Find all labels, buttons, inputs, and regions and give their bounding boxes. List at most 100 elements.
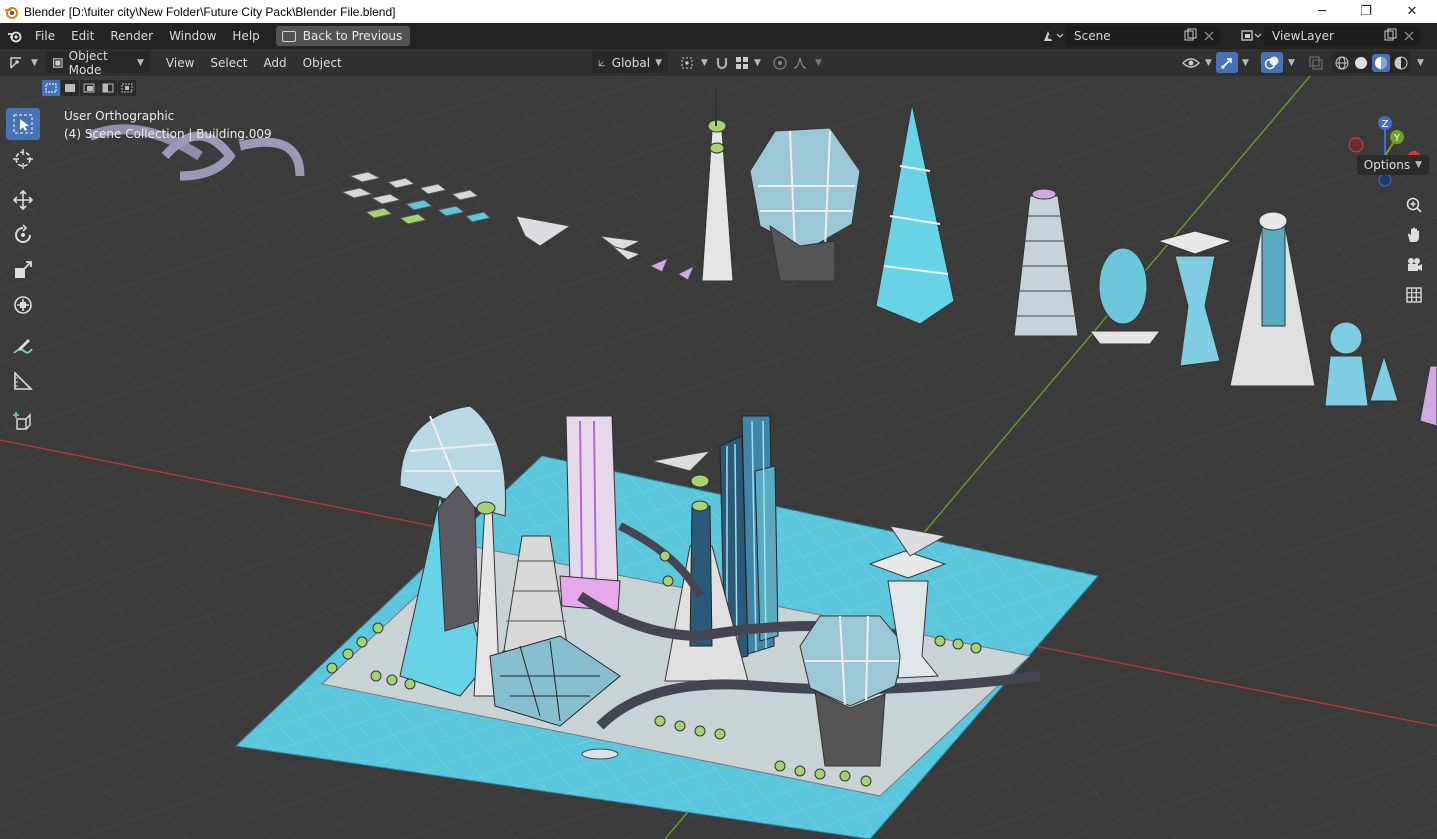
proportional-edit-icon bbox=[773, 55, 787, 70]
viewlayer-name: ViewLayer bbox=[1272, 29, 1334, 43]
falloff-selector[interactable]: ▼ bbox=[792, 52, 822, 73]
restore-icon: ❐ bbox=[1360, 4, 1372, 19]
wireframe-shading-icon[interactable] bbox=[1334, 55, 1350, 71]
viewlayer-selector[interactable]: ViewLayer bbox=[1238, 26, 1420, 46]
object-visibility-selector[interactable]: ▼ bbox=[1182, 52, 1212, 73]
scale-icon[interactable] bbox=[6, 254, 40, 286]
restore-button[interactable]: ❐ bbox=[1343, 0, 1389, 23]
shading-mode-group bbox=[1332, 52, 1411, 73]
annotate-icon[interactable] bbox=[6, 330, 40, 362]
solid-shading-icon[interactable] bbox=[1353, 55, 1369, 71]
select-new-icon[interactable] bbox=[42, 80, 60, 96]
blender-logo-icon bbox=[5, 6, 18, 19]
remove-scene-icon[interactable] bbox=[1200, 28, 1218, 44]
duplicate-viewlayer-icon[interactable] bbox=[1380, 28, 1400, 44]
camera-view-icon[interactable] bbox=[1401, 252, 1427, 278]
purple-skyscraper[interactable] bbox=[559, 415, 621, 612]
eye-icon bbox=[1182, 57, 1200, 68]
mode-selector[interactable]: Object Mode ▼ bbox=[45, 49, 150, 77]
snap-toggle[interactable] bbox=[714, 52, 730, 73]
overlays-toggle[interactable] bbox=[1261, 52, 1283, 73]
chevron-down-icon[interactable]: ▼ bbox=[1242, 52, 1249, 73]
menu-object[interactable]: Object bbox=[295, 52, 350, 74]
options-dropdown[interactable]: Options ▼ bbox=[1356, 155, 1429, 175]
orientation-label: Global bbox=[611, 55, 651, 70]
window-titlebar: Blender [D:\fuiter city\New Folder\Futur… bbox=[0, 0, 1437, 23]
viewport-scene: X Y Z bbox=[0, 76, 1437, 839]
selection-mode-group bbox=[42, 80, 136, 96]
gizmo-arrow-icon bbox=[1221, 57, 1232, 69]
select-subtract-icon[interactable] bbox=[80, 80, 98, 96]
xray-icon bbox=[1309, 56, 1323, 69]
rendered-shading-icon[interactable] bbox=[1393, 55, 1409, 71]
back-to-previous-label: Back to Previous bbox=[302, 29, 403, 43]
options-label: Options bbox=[1363, 158, 1411, 172]
chevron-down-icon: ▼ bbox=[655, 57, 662, 68]
scene-icon bbox=[1044, 31, 1064, 41]
orientation-icon bbox=[598, 59, 605, 66]
editor-type-icon bbox=[10, 56, 21, 69]
view-name-label: User Orthographic bbox=[64, 109, 175, 123]
falloff-curve-icon bbox=[793, 57, 807, 69]
menu-file[interactable]: File bbox=[27, 25, 63, 47]
xray-toggle[interactable] bbox=[1308, 52, 1324, 73]
select-box-icon[interactable] bbox=[6, 108, 40, 140]
chevron-down-icon[interactable]: ▼ bbox=[1288, 52, 1295, 73]
grid-view-icon[interactable] bbox=[1401, 282, 1427, 308]
3d-viewport[interactable]: X Y Z User Orthographic (4) Scene Collec… bbox=[0, 76, 1437, 839]
duplicate-scene-icon[interactable] bbox=[1180, 28, 1200, 44]
magnet-icon bbox=[716, 57, 728, 69]
viewlayer-icon bbox=[1241, 30, 1262, 41]
minimize-icon: ─ bbox=[1318, 4, 1326, 19]
material-preview-icon[interactable] bbox=[1372, 53, 1390, 72]
menu-render[interactable]: Render bbox=[102, 25, 161, 47]
hand-pan-icon[interactable] bbox=[1401, 222, 1427, 248]
screen-icon bbox=[281, 30, 296, 42]
minimize-button[interactable]: ─ bbox=[1299, 0, 1345, 23]
menu-help[interactable]: Help bbox=[224, 25, 267, 47]
object-mode-icon bbox=[53, 57, 63, 68]
select-intersect-icon[interactable] bbox=[118, 80, 136, 96]
rotate-icon[interactable] bbox=[6, 219, 40, 251]
zoom-icon[interactable] bbox=[1401, 192, 1427, 218]
select-extend-icon[interactable] bbox=[61, 80, 79, 96]
proportional-editing-toggle[interactable] bbox=[772, 52, 788, 73]
scene-selector[interactable]: Scene bbox=[1040, 26, 1220, 46]
gizmo-toggle[interactable] bbox=[1216, 52, 1238, 73]
snap-target-selector[interactable]: ▼ bbox=[735, 52, 761, 73]
close-window-button[interactable]: ✕ bbox=[1389, 0, 1435, 23]
move-icon[interactable] bbox=[6, 184, 40, 216]
menu-view[interactable]: View bbox=[158, 52, 202, 74]
blender-menu-icon[interactable] bbox=[7, 29, 23, 43]
menu-select[interactable]: Select bbox=[202, 52, 255, 74]
chevron-down-icon: ▼ bbox=[1415, 160, 1422, 170]
chevron-down-icon: ▼ bbox=[815, 57, 822, 68]
scene-name: Scene bbox=[1074, 29, 1111, 43]
chevron-down-icon: ▼ bbox=[701, 57, 708, 68]
chevron-down-icon: ▼ bbox=[754, 57, 761, 68]
pivot-icon bbox=[681, 57, 693, 68]
menu-edit[interactable]: Edit bbox=[63, 25, 102, 47]
window-title: Blender [D:\fuiter city\New Folder\Futur… bbox=[24, 4, 396, 19]
close-icon: ✕ bbox=[1406, 4, 1418, 19]
gizmo-z-label: Z bbox=[1382, 119, 1389, 130]
remove-viewlayer-icon[interactable] bbox=[1400, 28, 1418, 44]
pivot-point-selector[interactable]: ▼ bbox=[680, 52, 708, 73]
chevron-down-icon[interactable]: ▼ bbox=[1417, 52, 1424, 73]
select-invert-icon[interactable] bbox=[99, 80, 117, 96]
transform-orientation-selector[interactable]: Global ▼ bbox=[592, 52, 668, 73]
menu-window[interactable]: Window bbox=[161, 25, 224, 47]
collection-info-label: (4) Scene Collection | Building.009 bbox=[64, 127, 272, 141]
measure-icon[interactable] bbox=[6, 365, 40, 397]
add-cube-icon[interactable] bbox=[6, 406, 40, 438]
editor-type-selector[interactable]: ▼ bbox=[8, 52, 38, 73]
mode-label: Object Mode bbox=[68, 48, 108, 77]
cursor-icon[interactable] bbox=[6, 143, 40, 175]
top-menubar: File Edit Render Window Help Back to Pre… bbox=[0, 23, 1437, 49]
dark-tower[interactable] bbox=[437, 485, 479, 632]
menu-add[interactable]: Add bbox=[255, 52, 294, 74]
chevron-down-icon: ▼ bbox=[137, 57, 144, 68]
back-to-previous-button[interactable]: Back to Previous bbox=[275, 26, 411, 46]
transform-icon[interactable] bbox=[6, 289, 40, 321]
viewport-header: ▼ Object Mode ▼ View Select Add Object G… bbox=[0, 49, 1437, 77]
